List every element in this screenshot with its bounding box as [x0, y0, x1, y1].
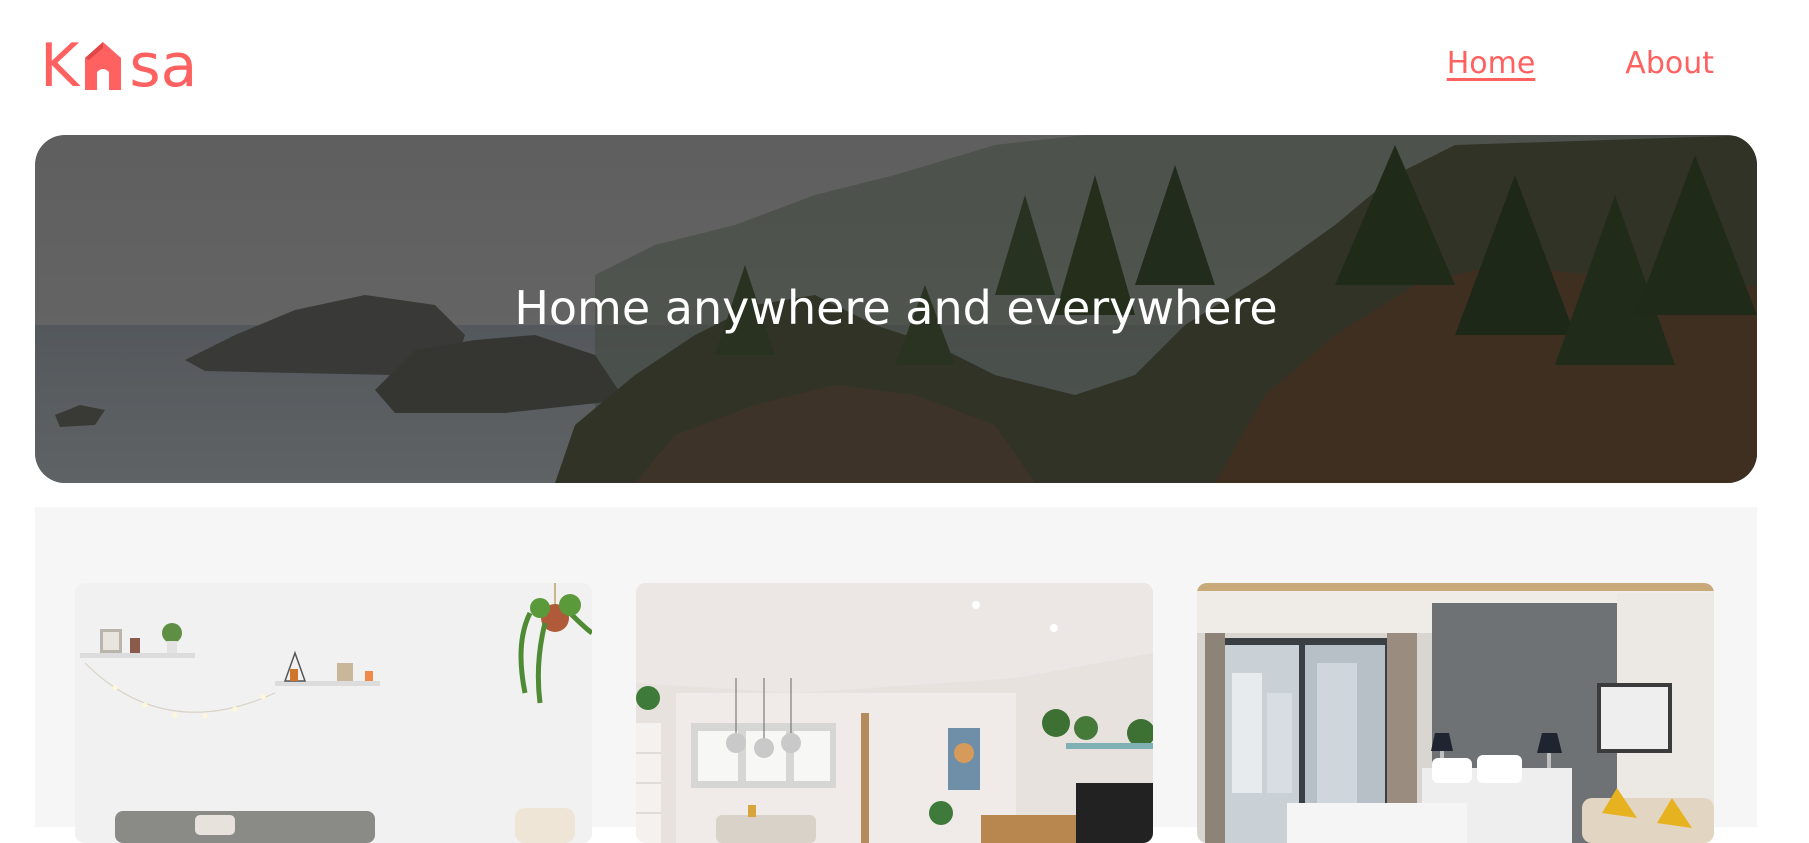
listing-image-bedroom — [1197, 583, 1714, 843]
house-icon — [85, 42, 122, 90]
banner-title: Home anywhere and everywhere — [514, 281, 1278, 335]
kasa-logo[interactable]: K sa — [40, 36, 197, 96]
listing-card[interactable] — [636, 583, 1153, 843]
hero-banner: Home anywhere and everywhere — [35, 135, 1757, 483]
site-header: K sa Home About — [0, 0, 1809, 134]
main-nav: Home About — [1447, 40, 1714, 88]
listing-image-living-room — [75, 583, 592, 843]
listing-image-open-living-room — [636, 583, 1153, 843]
listing-card[interactable] — [1197, 583, 1714, 843]
nav-home-link[interactable]: Home — [1447, 40, 1536, 88]
nav-about-link[interactable]: About — [1625, 40, 1714, 88]
logo-letters-sa: sa — [129, 31, 198, 101]
logo-letter-k: K — [40, 31, 80, 101]
listing-card[interactable] — [75, 583, 592, 843]
listings-gallery — [35, 507, 1757, 843]
